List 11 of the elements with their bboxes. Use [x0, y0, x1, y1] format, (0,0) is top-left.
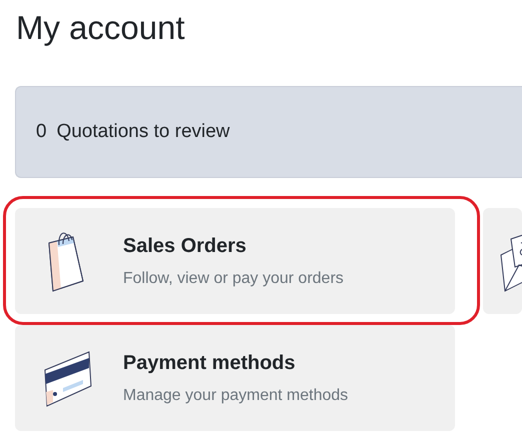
- page-title: My account: [16, 8, 186, 48]
- quotations-count: 0: [36, 121, 47, 143]
- card-description: Follow, view or pay your orders: [123, 270, 344, 288]
- account-card[interactable]: [483, 208, 522, 314]
- account-card[interactable]: Payment methods Manage your payment methods: [15, 325, 455, 431]
- card-title: Sales Orders: [123, 234, 248, 258]
- card-description: Manage your payment methods: [123, 386, 348, 404]
- card-title: Payment methods: [123, 352, 296, 374]
- quotations-banner[interactable]: 0 Quotations to review: [15, 86, 522, 178]
- account-card[interactable]: Sales Orders Follow, view or pay your orders: [15, 208, 455, 314]
- quotations-label: Quotations to review: [56, 121, 230, 143]
